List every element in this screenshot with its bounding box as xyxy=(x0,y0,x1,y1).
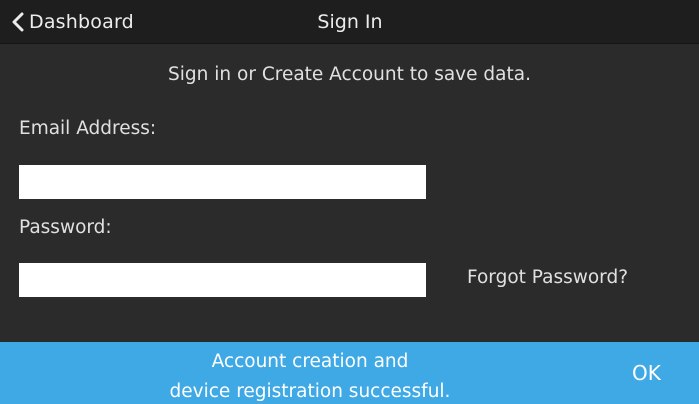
sign-in-subtitle: Sign in or Create Account to save data. xyxy=(168,64,531,85)
toast-message-line-2: device registration successful. xyxy=(169,381,451,402)
back-label: Dashboard xyxy=(29,11,134,33)
page-title: Sign In xyxy=(317,11,383,33)
success-toast: Account creation and device registration… xyxy=(0,342,699,404)
forgot-password-link[interactable]: Forgot Password? xyxy=(467,267,628,288)
chevron-left-icon xyxy=(12,12,24,32)
sign-in-screen: Dashboard Sign In Sign in or Create Acco… xyxy=(0,0,699,404)
ok-button[interactable]: OK xyxy=(632,361,661,385)
email-field[interactable] xyxy=(19,165,426,199)
password-field[interactable] xyxy=(19,263,426,297)
toast-message-line-1: Account creation and xyxy=(211,351,409,372)
back-button[interactable]: Dashboard xyxy=(10,0,134,44)
top-bar: Dashboard Sign In xyxy=(0,0,699,44)
password-label: Password: xyxy=(19,217,112,238)
email-label: Email Address: xyxy=(19,118,157,139)
